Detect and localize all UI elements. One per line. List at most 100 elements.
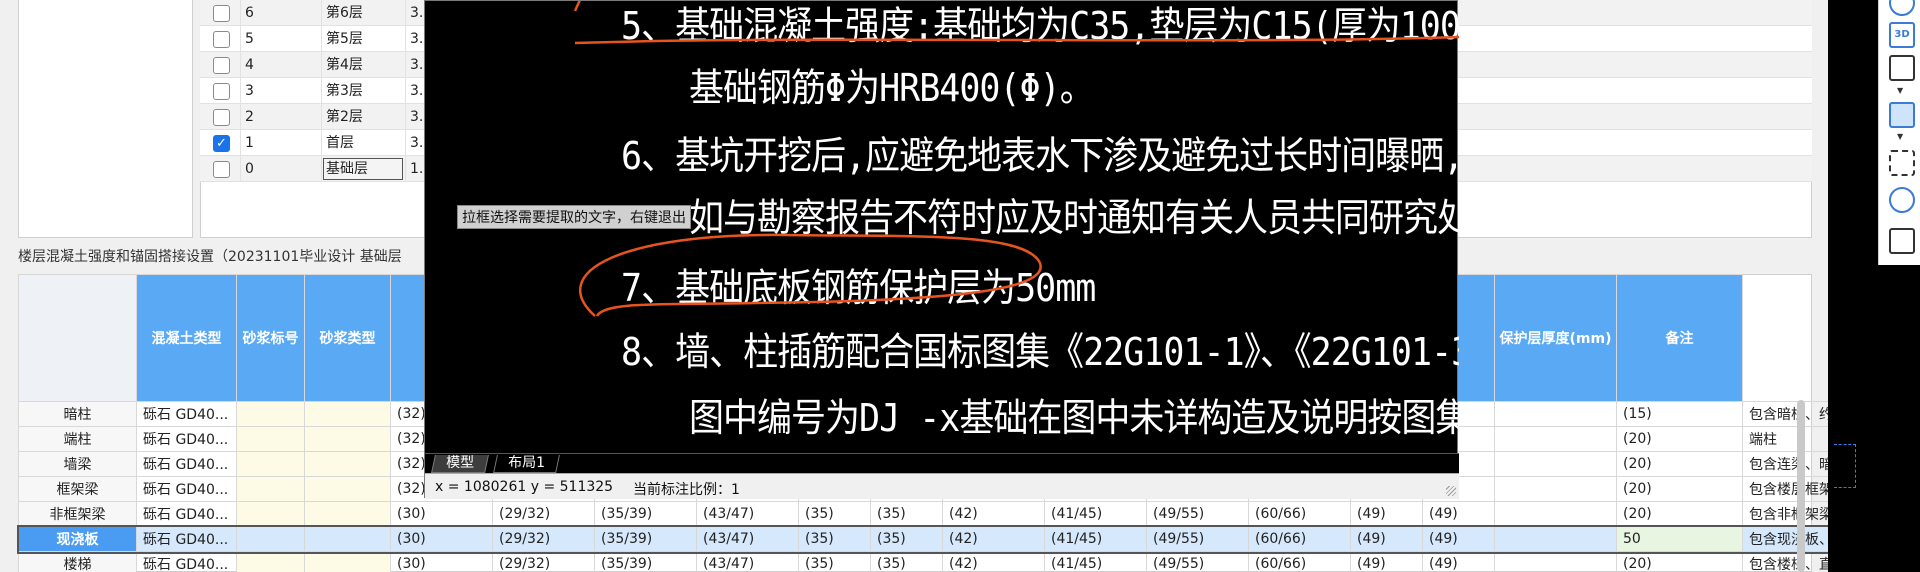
table-cell[interactable]: (35): [798, 501, 871, 527]
table-cell[interactable]: (60/66): [1248, 551, 1351, 572]
floor-number[interactable]: 4: [240, 52, 320, 78]
table-cell[interactable]: (20): [1616, 426, 1743, 452]
fullscreen-icon[interactable]: [1889, 150, 1915, 176]
table-cell[interactable]: [236, 501, 305, 527]
floor-checkbox[interactable]: [213, 109, 230, 126]
table-cell[interactable]: 砾石 GD40...: [136, 451, 237, 477]
table-cell[interactable]: (49): [1350, 551, 1423, 572]
table-cell[interactable]: (41/45): [1044, 526, 1147, 552]
table-cell[interactable]: (29/32): [492, 501, 595, 527]
floor-checkbox[interactable]: ✓: [213, 135, 230, 152]
floor-number[interactable]: 1: [240, 130, 320, 156]
floor-name[interactable]: 第3层: [321, 78, 405, 104]
table-row[interactable]: 楼梯 砾石 GD40... (30) (29/32) (35/39) (43/47) (35…: [18, 551, 1854, 572]
3d-view-icon[interactable]: 3D: [1889, 22, 1915, 48]
row-header[interactable]: 非框架梁: [18, 501, 137, 527]
floor-checkbox[interactable]: [213, 5, 230, 22]
table-cell[interactable]: [236, 526, 305, 552]
table-cell[interactable]: (42): [942, 551, 1045, 572]
rotate-icon[interactable]: [1889, 187, 1915, 213]
chevron-down-icon[interactable]: ▼: [1897, 132, 1903, 141]
resize-grip[interactable]: [1446, 486, 1456, 496]
floor-number[interactable]: 5: [240, 26, 320, 52]
floor-number[interactable]: 0: [240, 156, 320, 182]
table-cell[interactable]: (43/47): [696, 551, 799, 572]
table-cell[interactable]: (43/47): [696, 501, 799, 527]
table-cell[interactable]: (29/32): [492, 526, 595, 552]
table-cell[interactable]: (35): [870, 526, 943, 552]
table-cell[interactable]: [304, 451, 391, 477]
table-cell[interactable]: [236, 476, 305, 502]
col-remark[interactable]: 备注: [1616, 274, 1743, 402]
table-cell[interactable]: [304, 526, 391, 552]
table-cell[interactable]: [304, 401, 391, 427]
table-cell[interactable]: (49): [1350, 526, 1423, 552]
table-cell[interactable]: (20): [1616, 551, 1743, 572]
row-header[interactable]: 现浇板: [18, 526, 137, 552]
table-cell[interactable]: 砾石 GD40...: [136, 401, 237, 427]
cad-drawing-canvas[interactable]: 5、基础混凝土强度:基础均为C35,垫层为C15(厚为100,每边比基础宽出10…: [425, 1, 1459, 453]
table-cell[interactable]: (20): [1616, 501, 1743, 527]
table-cell[interactable]: (49/55): [1146, 551, 1249, 572]
table-cell[interactable]: [236, 551, 305, 572]
table-scrollbar[interactable]: [1797, 400, 1805, 572]
row-header[interactable]: 墙梁: [18, 451, 137, 477]
row-header[interactable]: 框架梁: [18, 476, 137, 502]
table-cell[interactable]: (49): [1422, 501, 1495, 527]
table-cell[interactable]: (35): [798, 551, 871, 572]
table-cell[interactable]: (49): [1422, 551, 1495, 572]
floor-name[interactable]: 第4层: [321, 52, 405, 78]
col-concrete-type[interactable]: 混凝土类型: [136, 274, 237, 402]
table-cell[interactable]: (35/39): [594, 551, 697, 572]
floor-number[interactable]: 2: [240, 104, 320, 130]
table-cell[interactable]: [304, 501, 391, 527]
floor-name[interactable]: 第5层: [321, 26, 405, 52]
table-cell[interactable]: [1494, 501, 1617, 527]
table-cell[interactable]: 砾石 GD40...: [136, 476, 237, 502]
table-cell[interactable]: (42): [942, 526, 1045, 552]
chevron-down-icon[interactable]: ▼: [1897, 86, 1903, 95]
table-cell[interactable]: (42): [942, 501, 1045, 527]
table-cell[interactable]: (35): [870, 551, 943, 572]
report-icon[interactable]: [1889, 228, 1915, 254]
floor-checkbox[interactable]: [213, 161, 230, 178]
tab-model[interactable]: 模型: [431, 455, 489, 473]
floor-checkbox[interactable]: [213, 83, 230, 100]
table-cell[interactable]: [1494, 526, 1617, 552]
table-cell[interactable]: (49): [1422, 526, 1495, 552]
table-cell[interactable]: (43/47): [696, 526, 799, 552]
row-header[interactable]: 端柱: [18, 426, 137, 452]
floor-name[interactable]: 首层: [321, 130, 405, 156]
table-cell[interactable]: (60/66): [1248, 501, 1351, 527]
table-cell[interactable]: [304, 476, 391, 502]
box-icon[interactable]: [1889, 55, 1915, 81]
floor-name[interactable]: 第6层: [321, 0, 405, 26]
table-cell[interactable]: (35/39): [594, 501, 697, 527]
table-cell[interactable]: (49): [1350, 501, 1423, 527]
table-cell[interactable]: [236, 426, 305, 452]
table-cell[interactable]: [304, 551, 391, 572]
table-cell[interactable]: 砾石 GD40...: [136, 526, 237, 552]
table-cell[interactable]: [1494, 451, 1617, 477]
col-cover-thickness[interactable]: 保护层厚度(mm): [1494, 274, 1617, 402]
floor-name[interactable]: 第2层: [321, 104, 405, 130]
table-cell[interactable]: (20): [1616, 476, 1743, 502]
col-mortar-grade[interactable]: 砂浆标号: [236, 274, 305, 402]
tab-layout1[interactable]: 布局1: [493, 455, 560, 473]
table-cell[interactable]: 砾石 GD40...: [136, 551, 237, 572]
floor-number[interactable]: 3: [240, 78, 320, 104]
row-header[interactable]: 楼梯: [18, 551, 137, 572]
table-row[interactable]: 非框架梁 砾石 GD40... (30) (29/32) (35/39) (43/47)(…: [18, 501, 1854, 527]
table-cell[interactable]: (49/55): [1146, 501, 1249, 527]
table-cell[interactable]: (29/32): [492, 551, 595, 572]
table-cell[interactable]: 砾石 GD40...: [136, 426, 237, 452]
table-cell[interactable]: (20): [1616, 451, 1743, 477]
table-cell[interactable]: [1494, 401, 1617, 427]
table-cell[interactable]: (35): [798, 526, 871, 552]
table-cell[interactable]: (35/39): [594, 526, 697, 552]
table-cell[interactable]: 50: [1616, 526, 1743, 552]
cad-viewer-window[interactable]: 5、基础混凝土强度:基础均为C35,垫层为C15(厚为100,每边比基础宽出10…: [424, 0, 1459, 499]
table-cell[interactable]: (15): [1616, 401, 1743, 427]
table-row[interactable]: 现浇板 砾石 GD40... (30) (29/32) (35/39) (43/47) (3…: [16, 524, 1855, 554]
table-cell[interactable]: [236, 451, 305, 477]
